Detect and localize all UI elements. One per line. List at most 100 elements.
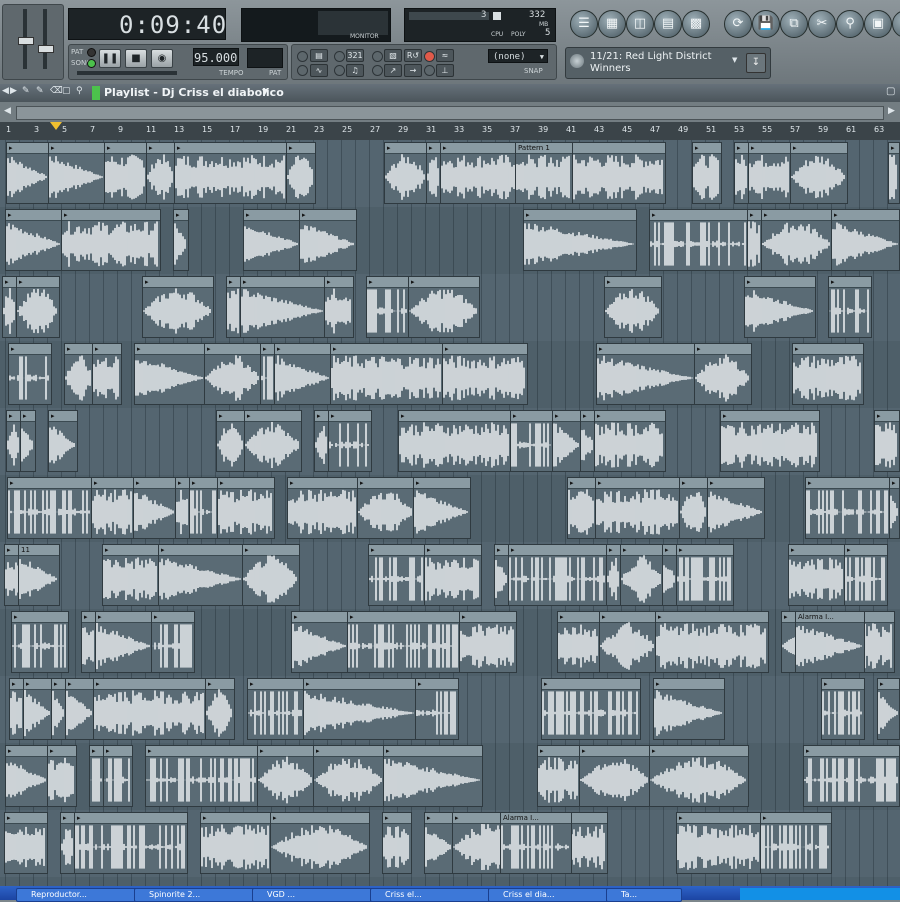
audio-clip[interactable]: ▸ bbox=[694, 343, 752, 405]
audio-clip[interactable]: ▸ bbox=[104, 142, 148, 204]
pause-button[interactable]: ❚❚ bbox=[99, 49, 121, 68]
pat-mode-radio[interactable] bbox=[87, 48, 96, 57]
export-icon[interactable]: ⧉ bbox=[780, 10, 808, 38]
audio-clip[interactable]: ▸ bbox=[415, 678, 459, 740]
wait-button[interactable]: ♫ bbox=[346, 64, 364, 77]
audio-clip[interactable]: ▸ bbox=[257, 745, 315, 807]
scroll-right-icon[interactable]: ▶ bbox=[888, 106, 895, 116]
chevron-down-icon[interactable]: ▼ bbox=[262, 87, 268, 96]
audio-clip[interactable]: ▸ bbox=[888, 142, 900, 204]
audio-clip[interactable]: ▸ bbox=[16, 276, 60, 338]
audio-clip[interactable]: ▸ bbox=[6, 142, 50, 204]
audio-clip[interactable]: ▸ bbox=[874, 410, 900, 472]
audio-clip[interactable]: ▸ bbox=[566, 142, 666, 204]
zoom-tool-icon[interactable]: ⚲ bbox=[76, 86, 83, 96]
audio-clip[interactable]: ▸ bbox=[328, 410, 372, 472]
scroll-button[interactable]: ↗ bbox=[384, 64, 402, 77]
audio-clip[interactable]: ▸ bbox=[244, 410, 302, 472]
audio-clip[interactable]: ▸ bbox=[384, 142, 428, 204]
audio-clip[interactable]: ▸ bbox=[382, 812, 412, 874]
record-mode-knob[interactable] bbox=[424, 51, 435, 62]
audio-clip[interactable]: ▸ bbox=[287, 477, 359, 539]
metronome-button[interactable]: ∿ bbox=[310, 64, 328, 77]
audio-clip[interactable]: ▸ bbox=[173, 209, 189, 271]
audio-clip[interactable]: ▸ bbox=[64, 343, 94, 405]
audio-clip[interactable]: ▸ bbox=[205, 678, 235, 740]
audio-clip[interactable]: ▸ bbox=[330, 343, 444, 405]
timeline-ruler[interactable]: 1 3 5 7 9 11 13 15 17 19 21 23 25 27 29 31 33 35 37 39 41 43 4… bbox=[0, 122, 900, 141]
audio-clip[interactable]: ▸ bbox=[20, 410, 36, 472]
audio-clip[interactable]: ▸ bbox=[594, 410, 666, 472]
blend-notes-button[interactable]: ≈ bbox=[436, 49, 454, 62]
audio-clip[interactable]: ▸ bbox=[242, 544, 300, 606]
audio-clip[interactable]: ▸ bbox=[243, 209, 301, 271]
audio-clip[interactable]: ▸ bbox=[720, 410, 820, 472]
stop-button[interactable]: ■ bbox=[125, 49, 147, 68]
cut-icon[interactable]: ✂ bbox=[808, 10, 836, 38]
audio-clip[interactable]: ▸ bbox=[579, 745, 651, 807]
audio-clip[interactable]: ▸ bbox=[324, 276, 354, 338]
mixer-window-button[interactable]: ▩ bbox=[682, 10, 710, 38]
step-edit-button[interactable]: ▧ bbox=[384, 49, 402, 62]
playhead-marker[interactable] bbox=[50, 122, 62, 130]
audio-clip[interactable]: ▸ bbox=[146, 142, 176, 204]
audio-clip[interactable]: ▸ bbox=[95, 611, 153, 673]
audio-clip[interactable]: Pattern 1 bbox=[515, 142, 573, 204]
audio-clip[interactable]: ▸ bbox=[7, 477, 93, 539]
playlist-horizontal-scrollbar[interactable]: ◀ ▶ bbox=[0, 102, 900, 123]
search-icon[interactable]: ⚲ bbox=[836, 10, 864, 38]
scroll-knob[interactable] bbox=[372, 65, 383, 76]
audio-clip[interactable]: ▸ bbox=[676, 544, 734, 606]
audio-clip[interactable]: ▸ bbox=[11, 611, 69, 673]
audio-clip[interactable]: ▸ bbox=[744, 276, 816, 338]
audio-clip[interactable]: ▸ bbox=[48, 142, 106, 204]
audio-clip[interactable]: ▸ bbox=[270, 812, 370, 874]
audio-clip[interactable]: ▸ bbox=[291, 611, 349, 673]
multilink-knob[interactable] bbox=[424, 65, 435, 76]
master-volume-handle[interactable] bbox=[18, 37, 34, 45]
audio-clip[interactable]: ▸ bbox=[134, 343, 206, 405]
master-pitch-handle[interactable] bbox=[38, 45, 54, 53]
step-sequencer-window-button[interactable]: ▦ bbox=[598, 10, 626, 38]
audio-clip[interactable]: ▸ bbox=[655, 611, 769, 673]
pattern-number-display[interactable] bbox=[247, 48, 283, 68]
audio-clip[interactable]: ▸ bbox=[595, 477, 681, 539]
metronome-knob[interactable] bbox=[297, 51, 308, 62]
audio-clip[interactable]: ▸ bbox=[649, 209, 749, 271]
audio-clip[interactable]: ▸ bbox=[174, 142, 288, 204]
song-selector[interactable]: 11/21: Red Light District Winners ▼ ↧ bbox=[565, 47, 771, 79]
audio-clip[interactable]: ▸ bbox=[142, 276, 214, 338]
audio-clip[interactable]: ▸ bbox=[5, 745, 49, 807]
record-button[interactable]: ◉ bbox=[151, 49, 173, 68]
multilink-button[interactable]: ⊥ bbox=[436, 64, 454, 77]
blend-button[interactable]: → bbox=[404, 64, 422, 77]
audio-clip[interactable]: ▸ bbox=[599, 611, 657, 673]
audio-clip[interactable]: ▸ bbox=[877, 678, 900, 740]
audio-clip[interactable]: ▸ bbox=[368, 544, 426, 606]
audio-clip[interactable]: ▸ bbox=[61, 209, 161, 271]
snap-select[interactable]: (none) ▼ bbox=[488, 49, 548, 63]
audio-clip[interactable]: ▸ bbox=[299, 209, 357, 271]
audio-clip[interactable]: ▸ bbox=[74, 812, 188, 874]
wait-input-knob[interactable] bbox=[334, 65, 345, 76]
audio-clip[interactable]: ▸ bbox=[158, 544, 244, 606]
audio-clip[interactable]: ▸ bbox=[748, 142, 792, 204]
audio-clip[interactable]: ▸ bbox=[200, 812, 272, 874]
audio-clip[interactable]: ▸ bbox=[805, 477, 891, 539]
audio-clip[interactable]: ▸ bbox=[145, 745, 259, 807]
scroll-thumb[interactable] bbox=[16, 106, 884, 120]
loop-record-button[interactable]: R↺ bbox=[404, 49, 422, 62]
audio-clip[interactable]: ▸ bbox=[653, 678, 725, 740]
audio-clip[interactable]: ▸ bbox=[133, 477, 177, 539]
paint-tool-icon[interactable]: ✎ bbox=[36, 86, 44, 96]
step-edit-knob[interactable] bbox=[372, 51, 383, 62]
audio-clip[interactable]: ▸ bbox=[47, 745, 77, 807]
audio-clip[interactable]: ▸ bbox=[889, 477, 900, 539]
audio-clip[interactable]: ▸ bbox=[189, 477, 219, 539]
audio-clip[interactable]: ▸ bbox=[761, 209, 833, 271]
audio-clip[interactable]: ▸ bbox=[537, 745, 581, 807]
audio-clip[interactable]: ▸ bbox=[204, 343, 262, 405]
audio-clip[interactable]: ▸ bbox=[649, 745, 749, 807]
song-position-slider[interactable] bbox=[77, 71, 177, 75]
audio-clip[interactable]: ▸ bbox=[4, 812, 48, 874]
